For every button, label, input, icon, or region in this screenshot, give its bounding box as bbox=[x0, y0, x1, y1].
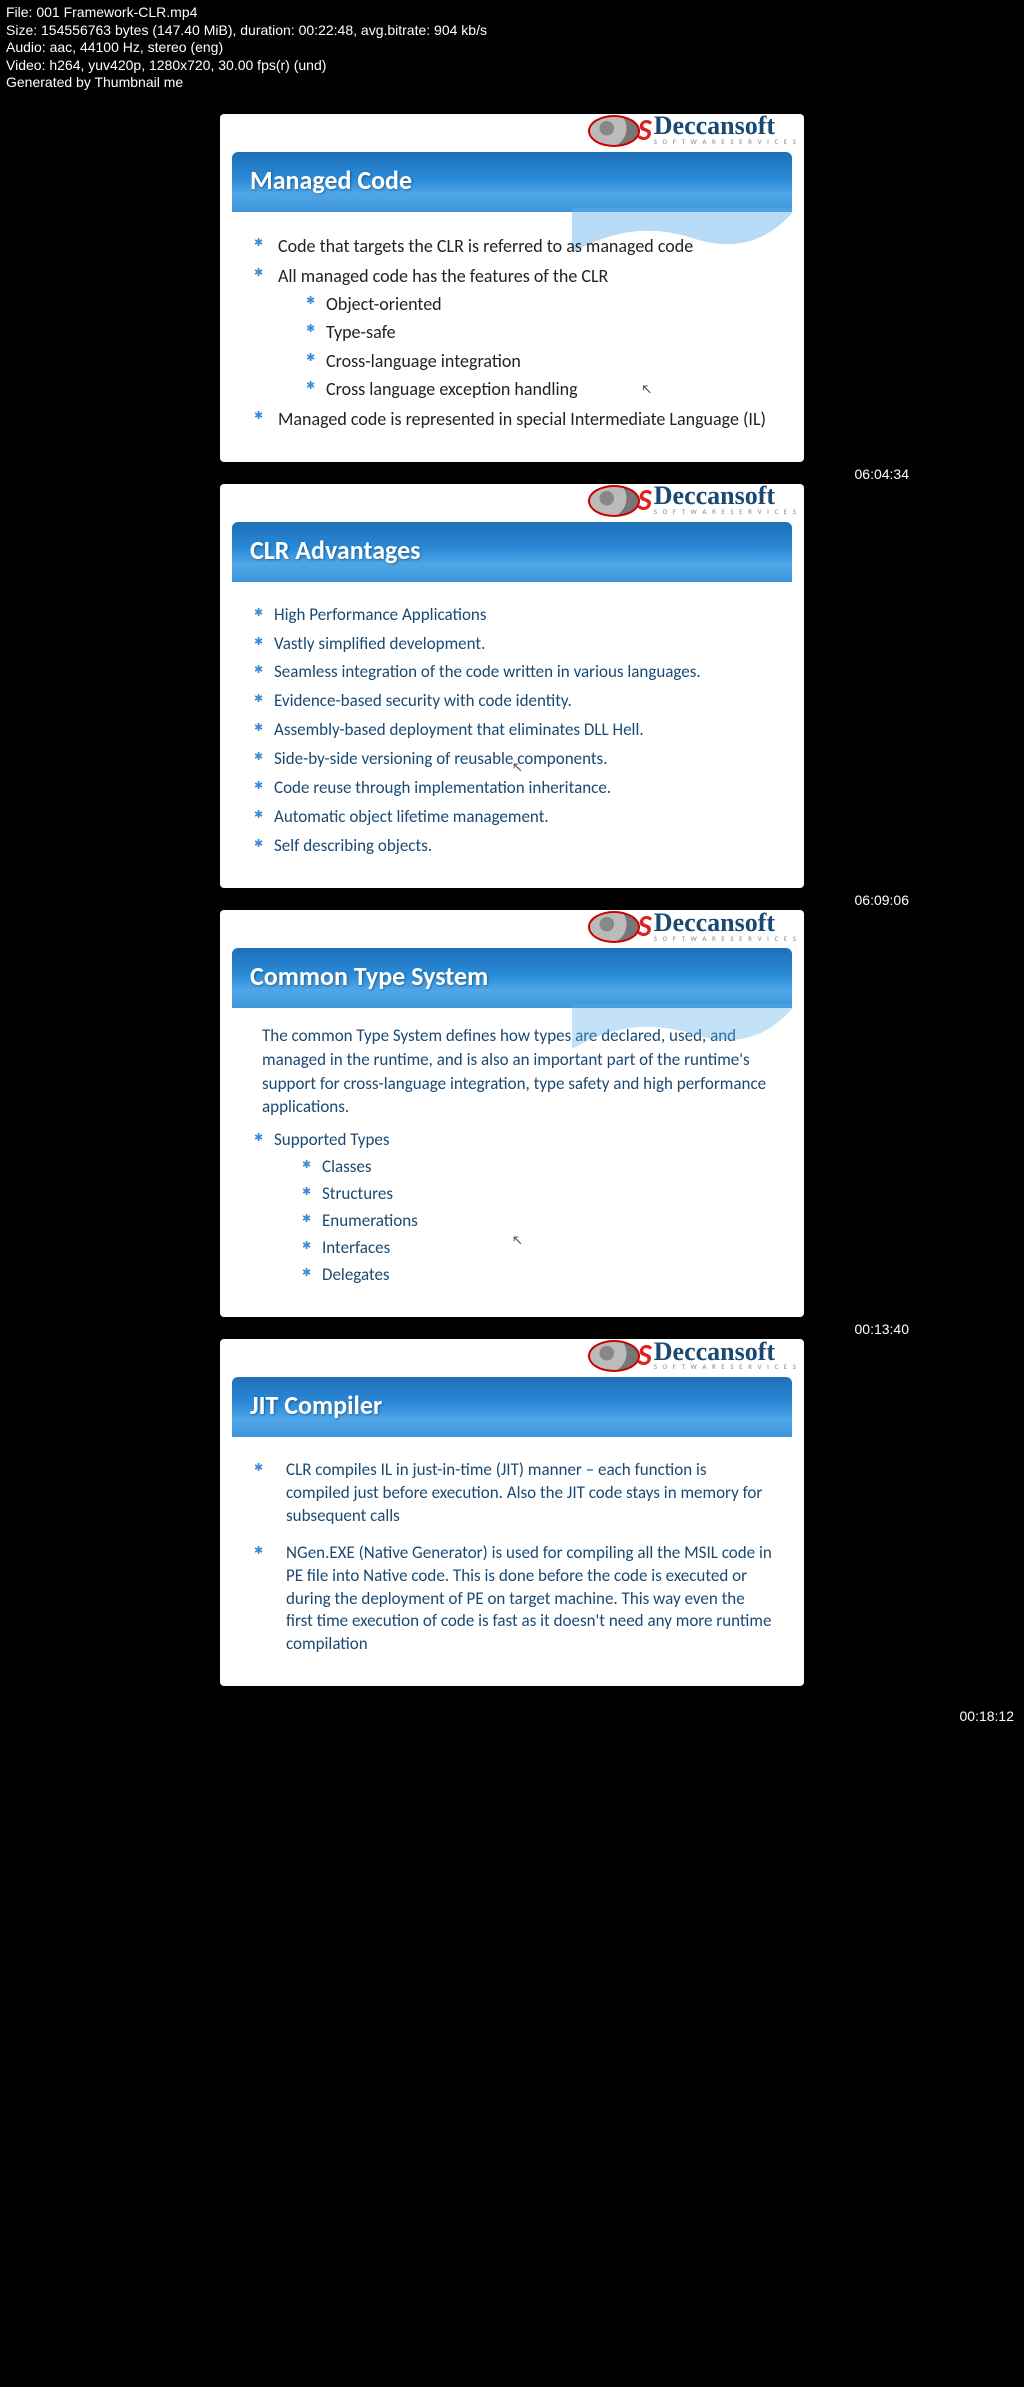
bullet: Seamless integration of the code written… bbox=[252, 661, 772, 684]
slide-frame: S Deccansoft S O F T W A R E S E R V I C… bbox=[220, 910, 804, 1317]
logo-slash-icon: S bbox=[638, 487, 652, 515]
logo-icon bbox=[588, 485, 640, 517]
deccansoft-logo: S Deccansoft S O F T W A R E S E R V I C… bbox=[588, 115, 798, 147]
logo-text: Deccansoft bbox=[654, 116, 798, 137]
meta-video: Video: h264, yuv420p, 1280x720, 30.00 fp… bbox=[6, 57, 1018, 75]
slide-title: Managed Code bbox=[232, 152, 792, 212]
bullet: Code reuse through implementation inheri… bbox=[252, 777, 772, 800]
thumbnail-4: 00:13:40 S Deccansoft S O F T W A R E S … bbox=[220, 1339, 804, 1687]
timestamp: 00:13:40 bbox=[855, 1321, 910, 1337]
bullet: Side-by-side versioning of reusable comp… bbox=[252, 748, 772, 771]
slide-frame: S Deccansoft S O F T W A R E S E R V I C… bbox=[220, 1339, 804, 1687]
final-timestamp: 00:18:12 bbox=[960, 1708, 1015, 1724]
logo-icon bbox=[588, 911, 640, 943]
logo-row: S Deccansoft S O F T W A R E S E R V I C… bbox=[220, 114, 804, 148]
logo-icon bbox=[588, 115, 640, 147]
logo-slash-icon: S bbox=[638, 1342, 652, 1370]
logo-slash-icon: S bbox=[638, 117, 652, 145]
logo-subtext: S O F T W A R E S E R V I C E S bbox=[654, 509, 798, 515]
logo-text: Deccansoft bbox=[654, 913, 798, 934]
thumbnail-2: 06:04:34 S Deccansoft S O F T W A R E S … bbox=[220, 484, 804, 888]
deccansoft-logo: S Deccansoft S O F T W A R E S E R V I C… bbox=[588, 1340, 798, 1372]
bullet: NGen.EXE (Native Generator) is used for … bbox=[252, 1542, 772, 1657]
slide-content: Code that targets the CLR is referred to… bbox=[232, 212, 792, 462]
slide-frame: S Deccansoft S O F T W A R E S E R V I C… bbox=[220, 484, 804, 888]
logo-subtext: S O F T W A R E S E R V I C E S bbox=[654, 936, 798, 942]
logo-text: Deccansoft bbox=[654, 1342, 798, 1363]
bullet: All managed code has the features of the… bbox=[252, 264, 772, 401]
bullet: Managed code is represented in special I… bbox=[252, 407, 772, 431]
meta-file: File: 001 Framework-CLR.mp4 bbox=[6, 4, 1018, 22]
deccansoft-logo: S Deccansoft S O F T W A R E S E R V I C… bbox=[588, 911, 798, 943]
meta-generated: Generated by Thumbnail me bbox=[6, 74, 1018, 92]
logo-subtext: S O F T W A R E S E R V I C E S bbox=[654, 1364, 798, 1370]
bullet: Vastly simplified development. bbox=[252, 633, 772, 656]
page: File: 001 Framework-CLR.mp4 Size: 154556… bbox=[0, 0, 1024, 1728]
sub-bullet: Classes bbox=[302, 1156, 772, 1179]
deccansoft-logo: S Deccansoft S O F T W A R E S E R V I C… bbox=[588, 485, 798, 517]
bullet: Code that targets the CLR is referred to… bbox=[252, 234, 772, 258]
slide-content: The common Type System defines how types… bbox=[232, 1008, 792, 1317]
sub-bullet: Cross-language integration bbox=[306, 349, 772, 373]
slide-content: CLR compiles IL in just-in-time (JIT) ma… bbox=[232, 1437, 792, 1687]
sub-bullet: Object-oriented bbox=[306, 292, 772, 316]
sub-bullet: Structures bbox=[302, 1183, 772, 1206]
logo-text: Deccansoft bbox=[654, 486, 798, 507]
bullet: Self describing objects. bbox=[252, 835, 772, 858]
bullet: High Performance Applications bbox=[252, 604, 772, 627]
sub-bullet: Enumerations bbox=[302, 1210, 772, 1233]
bullet: Supported Types Classes Structures Enume… bbox=[252, 1129, 772, 1287]
slide-title: JIT Compiler bbox=[232, 1377, 792, 1437]
logo-row: S Deccansoft S O F T W A R E S E R V I C… bbox=[220, 1339, 804, 1373]
slide-frame: S Deccansoft S O F T W A R E S E R V I C… bbox=[220, 114, 804, 462]
thumbnail-1: S Deccansoft S O F T W A R E S E R V I C… bbox=[220, 114, 804, 462]
meta-size: Size: 154556763 bytes (147.40 MiB), dura… bbox=[6, 22, 1018, 40]
intro-text: The common Type System defines how types… bbox=[262, 1024, 772, 1119]
sub-bullet: Delegates bbox=[302, 1264, 772, 1287]
sub-bullet: Type-safe bbox=[306, 320, 772, 344]
thumbnail-3: 06:09:06 S Deccansoft S O F T W A R E S … bbox=[220, 910, 804, 1317]
bullet: Evidence-based security with code identi… bbox=[252, 690, 772, 713]
logo-row: S Deccansoft S O F T W A R E S E R V I C… bbox=[220, 484, 804, 518]
sub-bullet: Cross language exception handling bbox=[306, 377, 772, 401]
bullet: CLR compiles IL in just-in-time (JIT) ma… bbox=[252, 1459, 772, 1528]
bullet: Assembly-based deployment that eliminate… bbox=[252, 719, 772, 742]
logo-slash-icon: S bbox=[638, 913, 652, 941]
logo-icon bbox=[588, 1340, 640, 1372]
slide-content: High Performance Applications Vastly sim… bbox=[232, 582, 792, 888]
meta-audio: Audio: aac, 44100 Hz, stereo (eng) bbox=[6, 39, 1018, 57]
logo-row: S Deccansoft S O F T W A R E S E R V I C… bbox=[220, 910, 804, 944]
file-metadata: File: 001 Framework-CLR.mp4 Size: 154556… bbox=[0, 0, 1024, 92]
slide-title: Common Type System bbox=[232, 948, 792, 1008]
logo-subtext: S O F T W A R E S E R V I C E S bbox=[654, 139, 798, 145]
bullet: Automatic object lifetime management. bbox=[252, 806, 772, 829]
timestamp: 06:09:06 bbox=[855, 892, 910, 908]
sub-bullet: Interfaces bbox=[302, 1237, 772, 1260]
timestamp: 06:04:34 bbox=[855, 466, 910, 482]
slide-title: CLR Advantages bbox=[232, 522, 792, 582]
